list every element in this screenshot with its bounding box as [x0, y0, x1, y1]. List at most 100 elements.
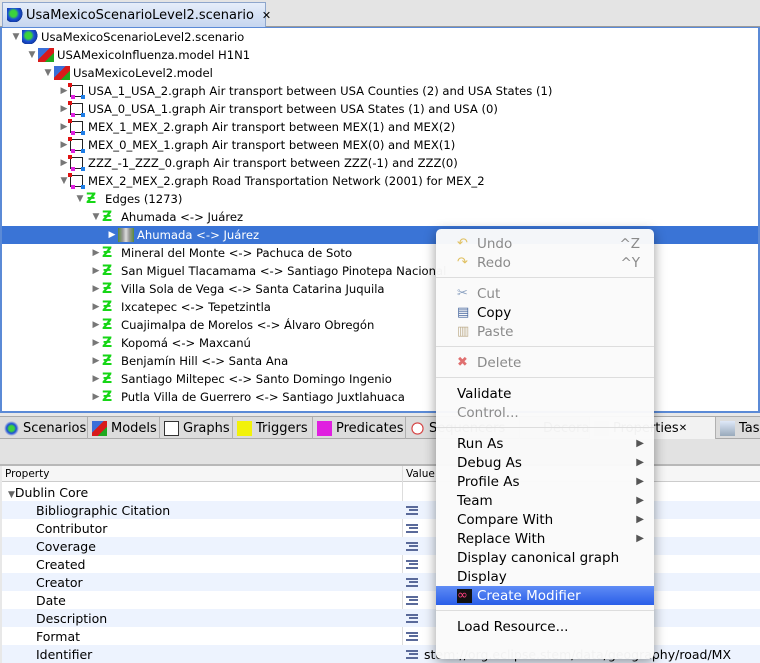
edge-icon: Ƶ	[102, 371, 113, 387]
expand-triangle-icon[interactable]: ▶	[90, 284, 102, 294]
expand-triangle-icon[interactable]: ▶	[90, 374, 102, 384]
property-value[interactable]	[406, 541, 424, 551]
menu-item-display-canonical-graph[interactable]: Display canonical graph	[436, 548, 654, 567]
expand-triangle-icon[interactable]: ▶	[90, 248, 102, 258]
menu-item-cut[interactable]: ✂ Cut	[436, 284, 654, 303]
menu-item-redo[interactable]: ↷ Redo ^Y	[436, 253, 654, 272]
graph-icon	[68, 83, 85, 99]
property-name: Creator	[36, 574, 83, 590]
close-icon[interactable]: ✕	[679, 423, 687, 434]
close-icon[interactable]: ✕	[262, 9, 271, 22]
text-value-icon	[406, 577, 418, 587]
property-value[interactable]	[406, 505, 424, 515]
editor-tab[interactable]: UsaMexicoScenarioLevel2.scenario ✕	[2, 2, 271, 27]
tree-item[interactable]: ▶ MEX_0_MEX_1.graph Air transport between…	[2, 136, 758, 154]
menu-item-display[interactable]: Display	[436, 567, 654, 586]
menu-item-undo[interactable]: ↶ Undo ^Z	[436, 234, 654, 253]
menu-separator	[436, 377, 654, 378]
expand-triangle-icon[interactable]: ▶	[58, 104, 70, 114]
view-tab-graphs[interactable]: Graphs	[160, 417, 233, 439]
paste-icon: ▥	[457, 323, 470, 339]
redo-icon: ↷	[457, 254, 468, 270]
text-value-icon	[406, 505, 418, 515]
collapse-triangle-icon[interactable]: ▼	[26, 50, 38, 60]
menu-item-label: Load Resource...	[457, 618, 569, 635]
menu-separator	[436, 277, 654, 278]
expand-triangle-icon[interactable]: ▶	[58, 122, 70, 132]
menu-item-profile-as[interactable]: Profile As ▶	[436, 472, 654, 491]
tree-item[interactable]: ▶ MEX_1_MEX_2.graph Air transport between…	[2, 118, 758, 136]
collapse-triangle-icon[interactable]: ▼	[90, 212, 102, 222]
menu-item-compare-with[interactable]: Compare With ▶	[436, 510, 654, 529]
expand-triangle-icon[interactable]: ▶	[90, 302, 102, 312]
property-value[interactable]	[406, 559, 424, 569]
view-tab-models[interactable]: Models	[88, 417, 160, 439]
menu-item-create-modifier[interactable]: ∞ Create Modifier	[436, 586, 654, 605]
graph-icon	[164, 420, 179, 436]
tree-item-label: Ixcatepec <-> Tepetzintla	[121, 300, 271, 314]
expand-triangle-icon[interactable]: ▶	[90, 320, 102, 330]
tree-item[interactable]: ▼ Ƶ Edges (1273)	[2, 190, 758, 208]
graph-icon	[68, 119, 85, 135]
expand-triangle-icon[interactable]: ▶	[90, 356, 102, 366]
expand-triangle-icon[interactable]: ▶	[58, 140, 70, 150]
view-tab-tasks[interactable]: Tasks	[716, 417, 760, 439]
expand-triangle-icon[interactable]: ▶	[90, 338, 102, 348]
menu-item-team[interactable]: Team ▶	[436, 491, 654, 510]
property-value[interactable]	[406, 613, 424, 623]
tree-item[interactable]: ▼ MEX_2_MEX_2.graph Road Transportation N…	[2, 172, 758, 190]
expand-triangle-icon[interactable]: ▶	[90, 266, 102, 276]
menu-item-label: Run As	[457, 435, 504, 452]
text-value-icon	[406, 631, 418, 641]
edge-icon: Ƶ	[102, 389, 113, 405]
menu-item-run-as[interactable]: Run As ▶	[436, 434, 654, 453]
tree-item[interactable]: ▶ ZZZ_-1_ZZZ_0.graph Air transport betwee…	[2, 154, 758, 172]
property-value[interactable]	[406, 631, 424, 641]
menu-item-delete[interactable]: ✖ Delete	[436, 353, 654, 372]
column-header-property[interactable]: Property	[2, 466, 402, 482]
expand-triangle-icon[interactable]: ▶	[58, 158, 70, 168]
expand-triangle-icon[interactable]: ▶	[106, 230, 118, 240]
menu-item-label: Paste	[477, 323, 514, 340]
collapse-triangle-icon[interactable]: ▼	[42, 68, 54, 78]
view-tab-label: Models	[111, 420, 157, 436]
submenu-arrow-icon: ▶	[636, 495, 644, 506]
view-tab-label: Triggers	[256, 420, 308, 436]
tree-item[interactable]: ▼ USAMexicoInfluenza.model H1N1	[2, 46, 758, 64]
property-value[interactable]	[406, 523, 424, 533]
view-tab-label: Predicates	[336, 420, 404, 436]
property-value[interactable]	[406, 595, 424, 605]
menu-item-paste[interactable]: ▥ Paste	[436, 322, 654, 341]
property-value[interactable]	[406, 577, 424, 587]
view-tab-scenarios[interactable]: Scenarios	[0, 417, 88, 439]
copy-icon: ▤	[457, 304, 470, 320]
collapse-triangle-icon[interactable]: ▼	[10, 32, 22, 42]
menu-item-load-resource[interactable]: Load Resource...	[436, 617, 654, 636]
view-tab-predicates[interactable]: Predicates	[313, 417, 406, 439]
tree-item[interactable]: ▼ UsaMexicoLevel2.model	[2, 64, 758, 82]
tree-item[interactable]: ▼ Ƶ Ahumada <-> Juárez	[2, 208, 758, 226]
tree-item[interactable]: ▼ UsaMexicoScenarioLevel2.scenario	[2, 28, 758, 46]
tree-item-label: Villa Sola de Vega <-> Santa Catarina Ju…	[121, 282, 385, 296]
menu-item-copy[interactable]: ▤ Copy	[436, 303, 654, 322]
expand-triangle-icon[interactable]: ▶	[90, 392, 102, 402]
menu-item-validate[interactable]: Validate	[436, 384, 654, 403]
submenu-arrow-icon: ▶	[636, 514, 644, 525]
tree-item-label: Edges (1273)	[105, 192, 183, 206]
collapse-triangle-icon[interactable]: ▼	[58, 176, 70, 186]
menu-item-label: Control...	[457, 404, 519, 421]
menu-item-replace-with[interactable]: Replace With ▶	[436, 529, 654, 548]
expand-triangle-icon[interactable]: ▶	[58, 86, 70, 96]
tree-item[interactable]: ▶ USA_1_USA_2.graph Air transport between…	[2, 82, 758, 100]
edge-icon: Ƶ	[102, 209, 113, 225]
view-tab-triggers[interactable]: Triggers	[233, 417, 313, 439]
menu-item-debug-as[interactable]: Debug As ▶	[436, 453, 654, 472]
tree-item[interactable]: ▶ USA_0_USA_1.graph Air transport between…	[2, 100, 758, 118]
collapse-triangle-icon[interactable]: ▼	[74, 194, 86, 204]
menu-item-label: Undo	[477, 235, 513, 252]
edge-icon: Ƶ	[102, 281, 113, 297]
text-value-icon	[406, 523, 418, 533]
property-name: Format	[36, 628, 81, 644]
menu-item-control[interactable]: Control...	[436, 403, 654, 422]
tree-item-label: Ahumada <-> Juárez	[137, 228, 260, 242]
